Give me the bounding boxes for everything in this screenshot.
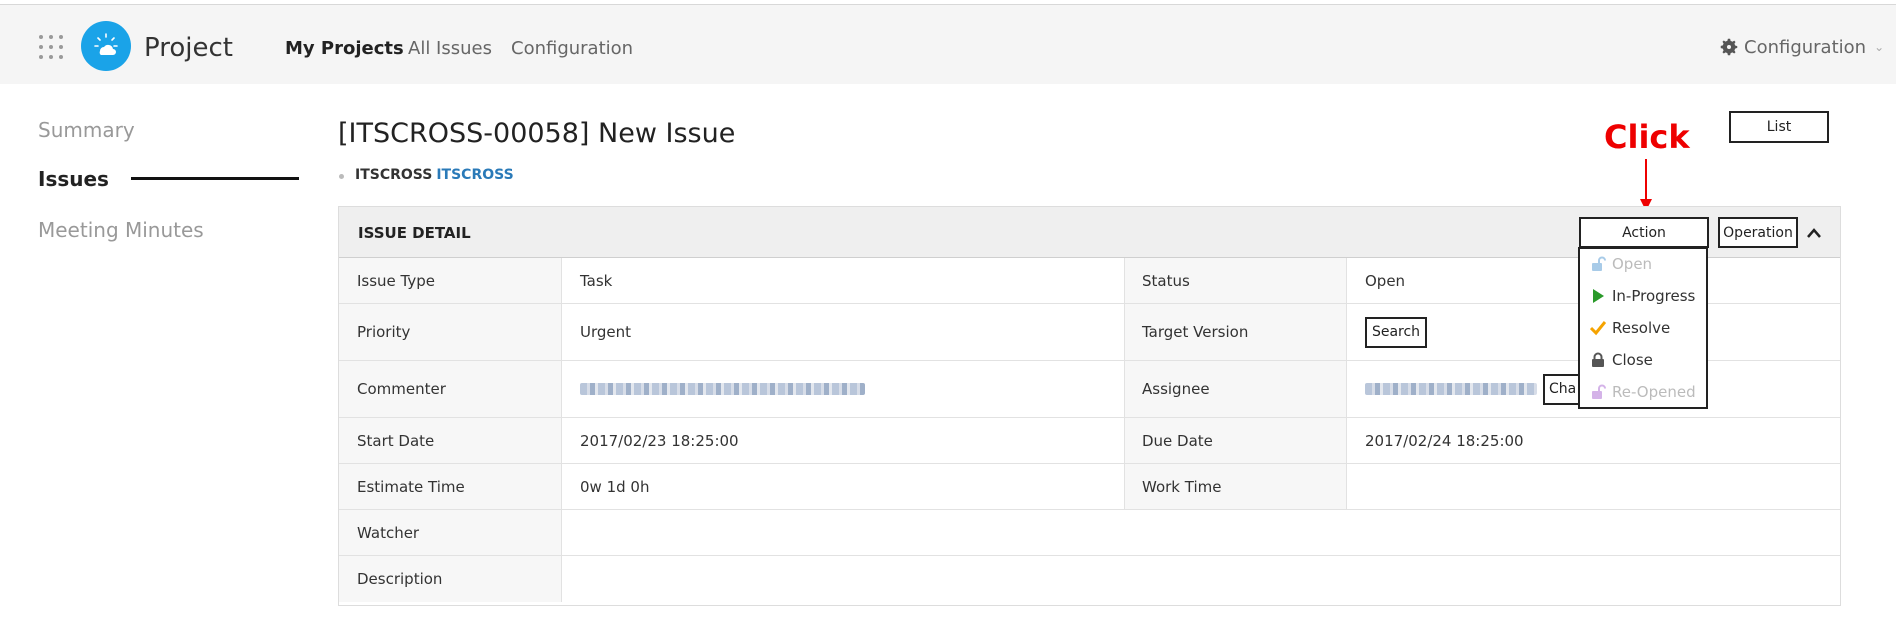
work-time-value bbox=[1347, 464, 1840, 509]
unlock-icon bbox=[1592, 256, 1606, 271]
action-dropdown: Open In-Progress Resolve Close Re-Opened bbox=[1578, 247, 1708, 409]
action-button[interactable]: Action bbox=[1579, 217, 1709, 248]
menu-item-label: Open bbox=[1612, 255, 1653, 273]
app-grid-icon[interactable] bbox=[39, 35, 63, 59]
chevron-down-icon: ⌄ bbox=[1874, 40, 1885, 54]
menu-item-label: Re-Opened bbox=[1612, 383, 1696, 401]
redacted-text bbox=[580, 383, 865, 395]
issue-type-value: Task bbox=[580, 271, 613, 290]
menu-item-resolve[interactable]: Resolve bbox=[1590, 317, 1670, 339]
commenter-value bbox=[562, 361, 1124, 417]
checkmark-icon bbox=[1590, 321, 1606, 336]
breadcrumb: ITSCROSS ITSCROSS bbox=[355, 167, 514, 183]
project-logo[interactable] bbox=[81, 21, 131, 71]
commenter-label: Commenter bbox=[339, 361, 562, 417]
lock-icon bbox=[1592, 352, 1604, 367]
unlock-icon bbox=[1592, 384, 1606, 399]
due-date-label: Due Date bbox=[1124, 418, 1347, 463]
brand-title[interactable]: Project bbox=[144, 33, 233, 63]
operation-button[interactable]: Operation bbox=[1718, 217, 1798, 248]
arrow-down-icon bbox=[1640, 159, 1652, 211]
sidebar-item-summary[interactable]: Summary bbox=[38, 118, 135, 142]
menu-item-close[interactable]: Close bbox=[1590, 349, 1653, 371]
table-row: Description bbox=[339, 556, 1840, 602]
menu-item-open[interactable]: Open bbox=[1590, 253, 1652, 275]
start-date-label: Start Date bbox=[339, 418, 562, 463]
due-date-value: 2017/02/24 18:25:00 bbox=[1365, 431, 1524, 450]
nav-configuration[interactable]: Configuration bbox=[511, 38, 633, 59]
menu-item-in-progress[interactable]: In-Progress bbox=[1590, 285, 1695, 307]
table-row: Watcher bbox=[339, 510, 1840, 556]
configuration-menu[interactable]: Configuration ⌄ bbox=[1718, 36, 1884, 58]
watcher-value bbox=[562, 510, 1840, 555]
status-label: Status bbox=[1124, 258, 1347, 303]
cloud-sun-icon bbox=[94, 33, 118, 55]
active-indicator bbox=[131, 177, 299, 180]
description-value bbox=[562, 556, 1840, 602]
priority-value: Urgent bbox=[580, 323, 632, 341]
priority-label: Priority bbox=[339, 304, 562, 360]
menu-item-label: In-Progress bbox=[1612, 287, 1696, 305]
search-button[interactable]: Search bbox=[1365, 316, 1427, 348]
table-row: Estimate Time 0w 1d 0h Work Time bbox=[339, 464, 1840, 510]
issue-type-label: Issue Type bbox=[339, 258, 562, 303]
breadcrumb-project: ITSCROSS bbox=[355, 167, 433, 183]
gear-icon bbox=[1720, 38, 1738, 56]
redacted-text bbox=[1365, 383, 1537, 395]
sidebar-item-issues[interactable]: Issues bbox=[38, 167, 109, 191]
list-button[interactable]: List bbox=[1729, 111, 1829, 143]
assignee-label: Assignee bbox=[1124, 361, 1347, 417]
sidebar-item-meeting-minutes[interactable]: Meeting Minutes bbox=[38, 218, 204, 242]
top-bar: Project My Projects All Issues Configura… bbox=[0, 4, 1896, 84]
work-time-label: Work Time bbox=[1124, 464, 1347, 509]
estimate-time-label: Estimate Time bbox=[339, 464, 562, 509]
page-title: [ITSCROSS-00058] New Issue bbox=[338, 118, 736, 149]
menu-item-re-opened[interactable]: Re-Opened bbox=[1590, 381, 1696, 403]
chevron-up-icon[interactable] bbox=[1807, 223, 1821, 242]
menu-item-label: Close bbox=[1612, 351, 1653, 369]
start-date-value: 2017/02/23 18:25:00 bbox=[580, 431, 739, 450]
play-icon bbox=[1593, 289, 1604, 303]
target-version-label: Target Version bbox=[1124, 304, 1347, 360]
bullet-icon bbox=[339, 174, 344, 179]
configuration-label: Configuration bbox=[1744, 36, 1867, 58]
description-label: Description bbox=[339, 556, 562, 602]
change-button[interactable]: Cha bbox=[1543, 373, 1583, 405]
nav-my-projects[interactable]: My Projects bbox=[285, 38, 404, 59]
table-row: Start Date 2017/02/23 18:25:00 Due Date … bbox=[339, 418, 1840, 464]
watcher-label: Watcher bbox=[339, 510, 562, 555]
panel-title: ISSUE DETAIL bbox=[358, 224, 471, 242]
nav-all-issues[interactable]: All Issues bbox=[408, 38, 492, 59]
menu-item-label: Resolve bbox=[1612, 319, 1671, 337]
click-annotation: Click bbox=[1604, 118, 1690, 156]
breadcrumb-link[interactable]: ITSCROSS bbox=[436, 167, 513, 183]
estimate-time-value: 0w 1d 0h bbox=[580, 477, 650, 496]
